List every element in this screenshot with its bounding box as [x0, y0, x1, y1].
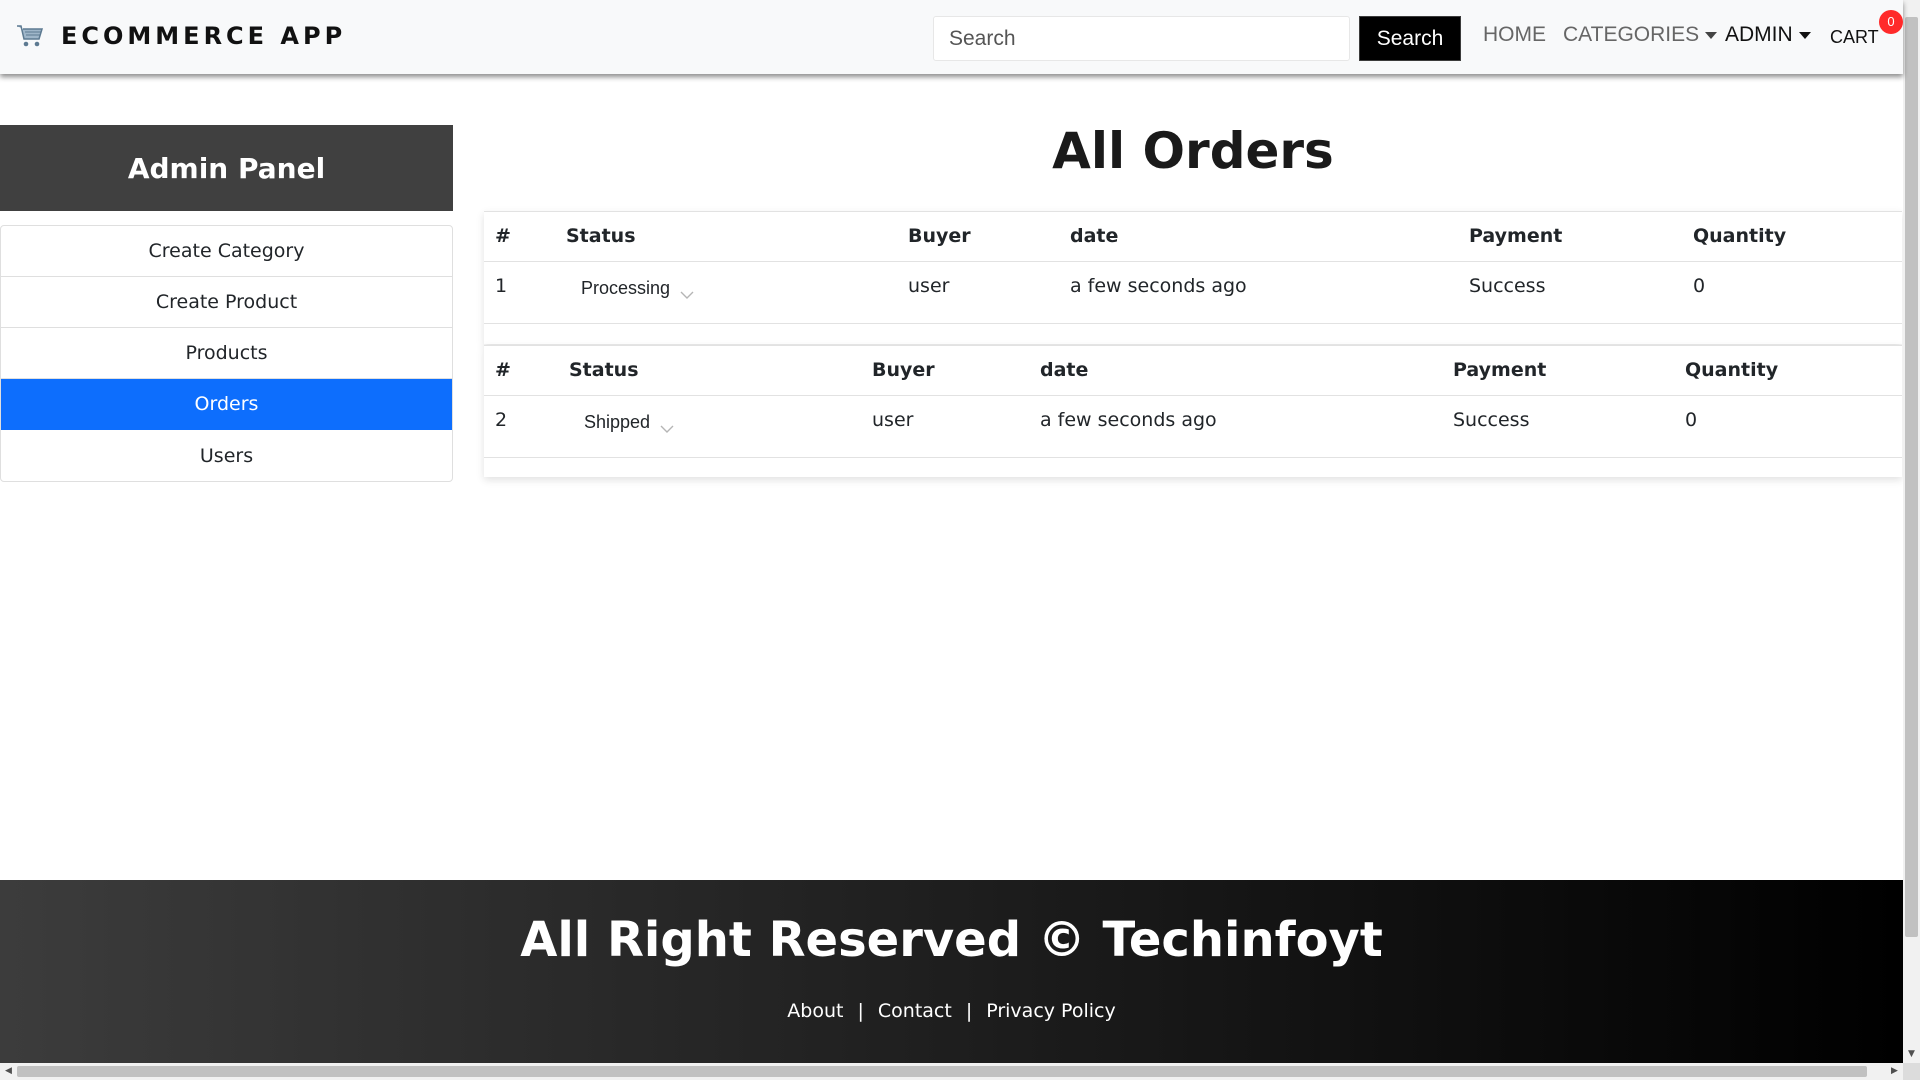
status-select[interactable]: Processing: [581, 278, 694, 299]
footer-privacy-link[interactable]: Privacy Policy: [986, 1000, 1115, 1022]
horizontal-scrollbar[interactable]: ◀ ▶: [0, 1063, 1903, 1080]
column-header-payment: Payment: [1469, 225, 1563, 247]
column-header-payment: Payment: [1453, 359, 1547, 381]
order-quantity: 0: [1685, 409, 1698, 431]
chevron-down-icon: [660, 418, 674, 433]
order-date: a few seconds ago: [1040, 409, 1217, 431]
page-title: All Orders: [1052, 122, 1334, 180]
scroll-right-arrow-icon[interactable]: ▶: [1886, 1063, 1903, 1080]
order-card: # Status Buyer date Payment Quantity 1 P…: [484, 211, 1902, 344]
order-date: a few seconds ago: [1070, 275, 1247, 297]
footer-separator: |: [857, 1000, 864, 1022]
status-value: Shipped: [584, 412, 651, 432]
footer-links: About | Contact | Privacy Policy: [0, 1000, 1903, 1022]
search-button[interactable]: Search: [1359, 16, 1461, 61]
scrollbar-corner: [1903, 1063, 1920, 1080]
footer-contact-link[interactable]: Contact: [878, 1000, 952, 1022]
column-header-number: #: [495, 359, 511, 381]
footer-separator: |: [965, 1000, 973, 1022]
vertical-scrollbar-thumb[interactable]: [1905, 17, 1918, 937]
order-number: 1: [495, 275, 508, 297]
admin-panel-header: Admin Panel: [0, 125, 453, 211]
sidebar-item-label: Products: [185, 342, 268, 364]
nav-categories-label: CATEGORIES: [1563, 23, 1700, 46]
sidebar-item-create-category[interactable]: Create Category: [1, 226, 452, 277]
admin-menu: Create Category Create Product Products …: [0, 225, 453, 482]
sidebar-item-label: Orders: [194, 393, 259, 415]
nav-cart-link[interactable]: CART: [1830, 22, 1879, 52]
footer: All Right Reserved © Techinfoyt About | …: [0, 880, 1903, 1063]
nav-categories-dropdown[interactable]: CATEGORIES: [1563, 20, 1718, 50]
nav-cart-label: CART: [1830, 27, 1879, 47]
sidebar-item-label: Users: [199, 444, 254, 467]
table-header-row: # Status Buyer date Payment Quantity: [484, 345, 1902, 396]
nav-admin-label: ADMIN: [1725, 23, 1793, 46]
buyer-name: user: [908, 275, 950, 297]
status-select[interactable]: Shipped: [584, 412, 674, 433]
cart-count-badge: 0: [1879, 10, 1903, 34]
column-header-buyer: Buyer: [908, 225, 971, 247]
chevron-down-icon: [680, 284, 694, 299]
payment-status: Success: [1453, 409, 1530, 431]
order-quantity: 0: [1693, 275, 1706, 297]
column-header-number: #: [495, 225, 511, 247]
admin-panel-title: Admin Panel: [127, 151, 326, 185]
sidebar-item-label: Create Product: [155, 291, 298, 313]
table-header-row: # Status Buyer date Payment Quantity: [484, 211, 1902, 262]
buyer-name: user: [872, 409, 914, 431]
shopping-cart-icon: [15, 21, 45, 51]
caret-down-icon: [1798, 31, 1811, 39]
column-header-quantity: Quantity: [1693, 225, 1787, 247]
order-number: 2: [495, 409, 508, 431]
column-header-buyer: Buyer: [872, 359, 935, 381]
column-header-date: date: [1070, 225, 1119, 247]
horizontal-scrollbar-thumb[interactable]: [17, 1066, 1867, 1077]
vertical-scrollbar[interactable]: ▼: [1903, 0, 1920, 1063]
column-header-status: Status: [566, 225, 636, 247]
caret-down-icon: [1705, 31, 1718, 39]
column-header-status: Status: [569, 359, 639, 381]
sidebar-item-products[interactable]: Products: [1, 328, 452, 379]
footer-copyright: All Right Reserved © Techinfoyt: [520, 912, 1383, 968]
nav-home-link[interactable]: HOME: [1483, 20, 1546, 50]
search-input[interactable]: [933, 16, 1350, 61]
column-header-date: date: [1040, 359, 1089, 381]
sidebar-item-orders[interactable]: Orders: [1, 379, 452, 430]
brand-link[interactable]: ECOMMERCE APP: [15, 20, 346, 52]
sidebar-item-create-product[interactable]: Create Product: [1, 277, 452, 328]
sidebar-item-users[interactable]: Users: [1, 430, 452, 481]
footer-about-link[interactable]: About: [787, 1000, 843, 1022]
scroll-down-arrow-icon[interactable]: ▼: [1903, 1046, 1920, 1063]
nav-home-label: HOME: [1483, 23, 1546, 46]
table-row: 2 Shipped user a few seconds ago Success…: [484, 396, 1902, 458]
table-row: 1 Processing user a few seconds ago Succ…: [484, 262, 1902, 324]
column-header-quantity: Quantity: [1685, 359, 1779, 381]
top-navbar: ECOMMERCE APP Search HOME CATEGORIES ADM…: [0, 0, 1903, 74]
payment-status: Success: [1469, 275, 1546, 297]
brand-name[interactable]: ECOMMERCE APP: [61, 22, 346, 50]
order-card: # Status Buyer date Payment Quantity 2 S…: [484, 345, 1902, 477]
scroll-left-arrow-icon[interactable]: ◀: [0, 1063, 17, 1080]
sidebar-item-label: Create Category: [148, 240, 305, 262]
status-value: Processing: [581, 278, 671, 298]
nav-admin-dropdown[interactable]: ADMIN: [1725, 20, 1811, 50]
